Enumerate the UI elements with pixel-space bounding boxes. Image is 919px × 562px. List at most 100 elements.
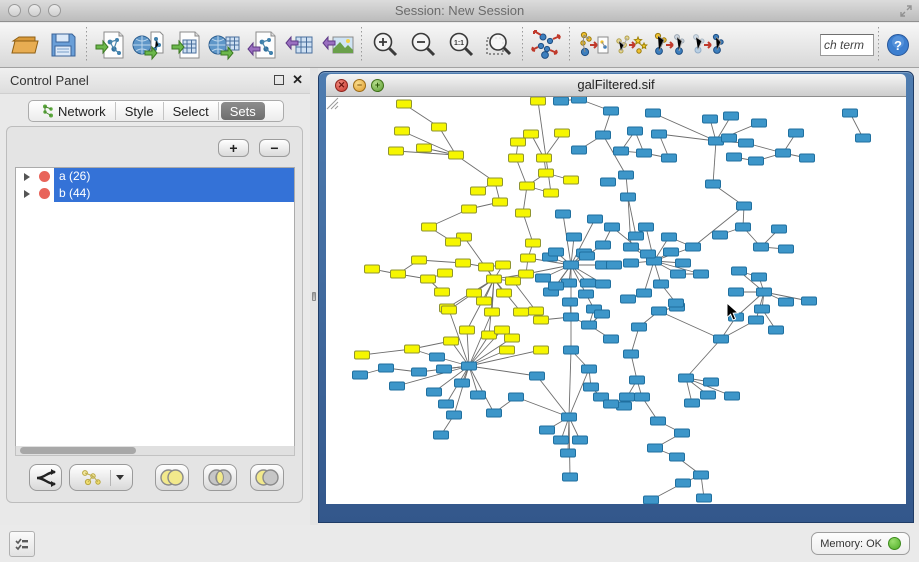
zoom-fit-selected-icon bbox=[484, 30, 514, 60]
list-item[interactable]: a (26) bbox=[16, 168, 294, 185]
difference-venn-icon bbox=[253, 468, 281, 487]
expander-icon[interactable] bbox=[24, 173, 30, 181]
horizontal-scrollbar[interactable] bbox=[15, 446, 295, 456]
task-history-button[interactable] bbox=[9, 531, 35, 557]
tab-style-label: Style bbox=[125, 104, 154, 119]
app-window: Session: New Session bbox=[0, 0, 919, 562]
dropdown-arrow-icon[interactable] bbox=[116, 475, 124, 480]
network-canvas[interactable] bbox=[326, 97, 906, 504]
save-icon bbox=[48, 30, 78, 60]
fullscreen-icon[interactable] bbox=[899, 4, 913, 18]
import-table-web-button[interactable] bbox=[205, 26, 243, 64]
network-tab-icon bbox=[42, 104, 54, 118]
memory-status-button[interactable]: Memory: OK bbox=[811, 532, 910, 555]
toolbar-separator bbox=[522, 27, 523, 63]
set-label: b (44) bbox=[54, 185, 294, 202]
sets-panel: + − a (26) b (44) bbox=[6, 126, 303, 503]
export-table-icon bbox=[284, 29, 316, 61]
tab-sets[interactable]: Sets bbox=[221, 102, 265, 120]
expander-icon[interactable] bbox=[24, 190, 30, 198]
create-set-from-selected-button[interactable] bbox=[69, 464, 133, 491]
control-panel-tabs: Network Style Select Sets bbox=[28, 100, 284, 122]
nodes-icon bbox=[79, 469, 105, 487]
difference-sets-button[interactable] bbox=[250, 464, 284, 491]
app-titlebar[interactable]: Session: New Session bbox=[0, 0, 919, 22]
import-network-web-button[interactable] bbox=[129, 26, 167, 64]
union-venn-icon bbox=[158, 468, 186, 487]
hide-unselected-icon bbox=[690, 29, 724, 61]
hide-unselected-button[interactable] bbox=[688, 26, 726, 64]
control-panel: Control Panel ✕ Network Style Select Set… bbox=[0, 68, 310, 525]
intersection-venn-icon bbox=[206, 468, 234, 487]
save-session-button[interactable] bbox=[44, 26, 82, 64]
tab-network[interactable]: Network bbox=[33, 102, 116, 120]
float-panel-icon[interactable] bbox=[274, 75, 284, 85]
new-network-from-selection-button[interactable] bbox=[574, 26, 612, 64]
toolbar-separator bbox=[86, 27, 87, 63]
tab-select-label: Select bbox=[173, 104, 209, 119]
zoom-out-button[interactable] bbox=[404, 26, 442, 64]
remove-set-button[interactable]: − bbox=[259, 139, 290, 157]
memory-ok-indicator bbox=[888, 537, 901, 550]
search-input[interactable] bbox=[820, 34, 874, 56]
control-panel-header: Control Panel ✕ bbox=[0, 68, 310, 94]
export-image-button[interactable] bbox=[319, 26, 357, 64]
tab-style[interactable]: Style bbox=[116, 102, 164, 120]
import-table-file-button[interactable] bbox=[167, 26, 205, 64]
memory-status-label: Memory: OK bbox=[820, 538, 882, 550]
network-svg[interactable] bbox=[326, 97, 906, 504]
splitter-handle-icon[interactable] bbox=[312, 292, 316, 301]
apply-layout-icon bbox=[529, 29, 563, 61]
help-icon: ? bbox=[886, 33, 910, 57]
union-sets-button[interactable] bbox=[155, 464, 189, 491]
intersection-sets-button[interactable] bbox=[203, 464, 237, 491]
svg-text:1:1: 1:1 bbox=[454, 40, 464, 47]
open-folder-button[interactable] bbox=[6, 26, 44, 64]
scrollbar-thumb[interactable] bbox=[20, 447, 136, 454]
export-network-button[interactable] bbox=[243, 26, 281, 64]
list-item[interactable]: b (44) bbox=[16, 185, 294, 202]
zoom-out-icon bbox=[408, 30, 438, 60]
set-label: a (26) bbox=[54, 168, 294, 185]
toolbar-separator bbox=[361, 27, 362, 63]
export-network-icon bbox=[246, 29, 278, 61]
export-image-icon bbox=[321, 29, 355, 61]
new-network-selected-nodes-button[interactable] bbox=[650, 26, 688, 64]
zoom-in-button[interactable] bbox=[366, 26, 404, 64]
network-frame-titlebar[interactable]: ✕ − + galFiltered.sif bbox=[326, 74, 906, 97]
zoom-actual-size-button[interactable]: 1:1 bbox=[442, 26, 480, 64]
import-network-file-icon bbox=[94, 29, 126, 61]
select-first-neighbors-button[interactable] bbox=[612, 26, 650, 64]
export-table-button[interactable] bbox=[281, 26, 319, 64]
window-title: Session: New Session bbox=[0, 3, 919, 18]
help-button[interactable]: ? bbox=[883, 26, 913, 64]
toolbar-separator bbox=[878, 27, 879, 63]
sets-list[interactable]: a (26) b (44) bbox=[15, 167, 295, 449]
network-frame-title: galFiltered.sif bbox=[326, 74, 906, 92]
zoom-actual-size-icon: 1:1 bbox=[446, 30, 476, 60]
frame-minimize-button[interactable]: − bbox=[353, 79, 366, 92]
zoom-in-icon bbox=[370, 30, 400, 60]
import-table-file-icon bbox=[170, 29, 202, 61]
set-color-dot bbox=[39, 171, 50, 182]
import-network-file-button[interactable] bbox=[91, 26, 129, 64]
add-set-button[interactable]: + bbox=[218, 139, 249, 157]
panel-splitter[interactable] bbox=[310, 68, 318, 525]
apply-layout-button[interactable] bbox=[527, 26, 565, 64]
set-color-dot bbox=[39, 188, 50, 199]
main-area: Control Panel ✕ Network Style Select Set… bbox=[0, 68, 919, 525]
tab-select[interactable]: Select bbox=[164, 102, 219, 120]
network-frame[interactable]: ✕ − + galFiltered.sif bbox=[318, 71, 914, 523]
split-arrow-icon bbox=[35, 469, 57, 487]
set-operations bbox=[7, 464, 302, 494]
split-sets-button[interactable] bbox=[29, 464, 62, 491]
close-panel-icon[interactable]: ✕ bbox=[292, 72, 303, 88]
frame-maximize-button[interactable]: + bbox=[371, 79, 384, 92]
new-network-from-selection-icon bbox=[576, 29, 610, 61]
control-panel-title: Control Panel bbox=[10, 73, 89, 88]
svg-text:?: ? bbox=[894, 38, 902, 53]
new-network-selected-nodes-icon bbox=[652, 29, 686, 61]
resize-grip-icon[interactable] bbox=[326, 97, 339, 110]
zoom-fit-selected-button[interactable] bbox=[480, 26, 518, 64]
frame-close-button[interactable]: ✕ bbox=[335, 79, 348, 92]
